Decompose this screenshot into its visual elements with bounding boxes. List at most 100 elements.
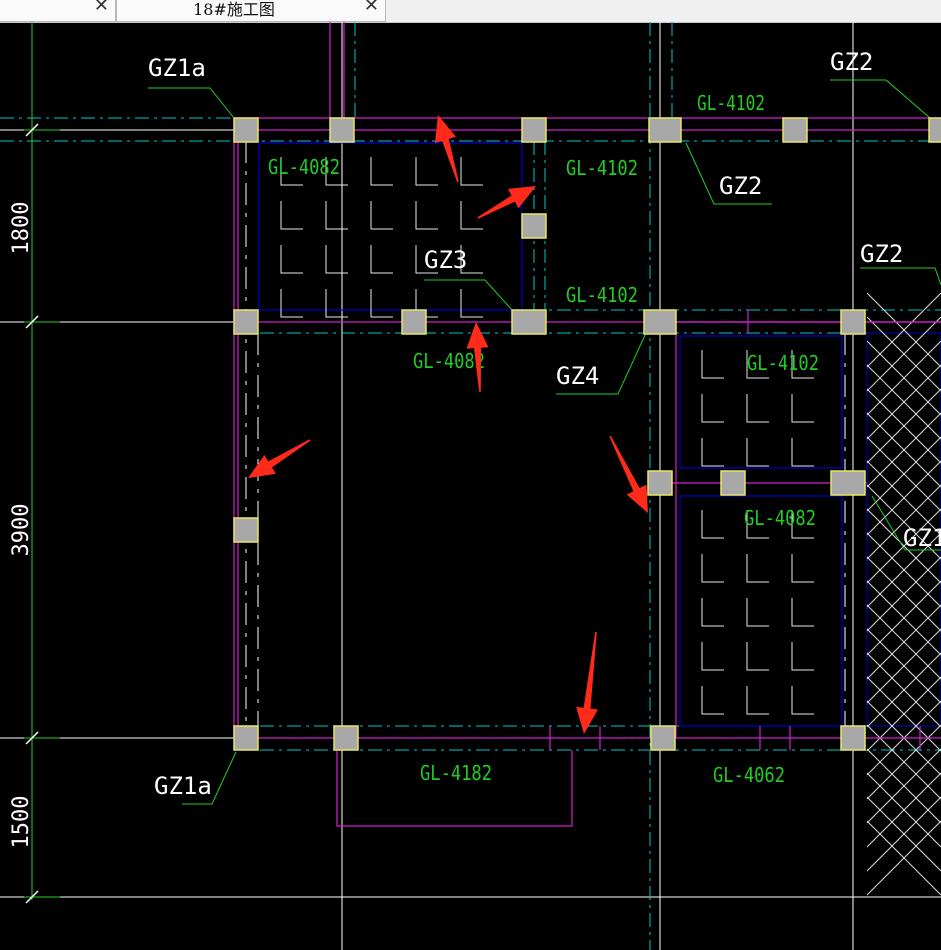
- label-leader: [424, 279, 513, 311]
- slab-tick: [460, 201, 483, 230]
- slab-tick: [746, 598, 769, 627]
- beam-label: GL-4082: [268, 155, 340, 179]
- wall-line: [233, 130, 239, 738]
- beam-label: GL-4082: [744, 506, 816, 530]
- red-arrow-markers: [248, 115, 648, 734]
- slab-tick: [370, 289, 393, 318]
- slab-tick: [370, 157, 393, 186]
- dimension-text: 3900: [9, 504, 34, 557]
- column-gz: [643, 309, 677, 335]
- column-gz: [720, 470, 746, 496]
- beam-label: GL-4102: [697, 91, 765, 115]
- document-tab-previous[interactable]: ✕: [0, 0, 116, 22]
- slab-tick: [791, 438, 814, 467]
- column-label: GZ1a: [148, 54, 206, 82]
- beam-label: GL-4082: [413, 349, 485, 373]
- column-gz: [521, 213, 547, 239]
- column-gz: [647, 470, 673, 496]
- column-gz: [782, 117, 808, 143]
- slab-tick: [280, 289, 303, 318]
- slab-tick: [746, 394, 769, 423]
- wall-line: [670, 321, 941, 738]
- grid-lines: [0, 22, 941, 950]
- slab-tick: [701, 642, 724, 671]
- column-label: GZ2: [860, 240, 903, 268]
- column-label: GZ2: [830, 48, 873, 76]
- beam-label: GL-4062: [713, 763, 785, 787]
- slab-tick: [280, 201, 303, 230]
- slab-tick: [280, 245, 303, 274]
- column-gz: [233, 117, 259, 143]
- red-arrow: [576, 631, 598, 734]
- column-label: GZ4: [556, 362, 599, 390]
- red-arrow: [248, 439, 311, 478]
- column-label: GZ2: [719, 172, 762, 200]
- slab-tick: [791, 686, 814, 715]
- beam-label: GL-4102: [747, 351, 819, 375]
- drawing-canvas[interactable]: 1800 3900 1500 GZ1a GZ2 GZ2 GZ2 GZ3 GZ4 GZ1 GZ1a G…: [0, 22, 941, 950]
- slab-panels: [258, 142, 843, 727]
- slab-tick: [460, 289, 483, 318]
- slab-tick: [746, 554, 769, 583]
- axis-lines: [0, 22, 941, 950]
- slab-tick: [701, 394, 724, 423]
- slab-tick: [791, 598, 814, 627]
- column-gz: [830, 470, 866, 496]
- red-arrow: [609, 435, 648, 513]
- slab-tick: [791, 642, 814, 671]
- column-label: GZ1: [903, 524, 941, 552]
- column-label: GZ3: [424, 246, 467, 274]
- slab-tick: [701, 510, 724, 539]
- tab-label: 18#施工图: [193, 0, 275, 19]
- beam-label: GL-4102: [566, 156, 638, 180]
- column-gz: [233, 517, 259, 543]
- label-leader: [860, 267, 941, 286]
- label-leader: [830, 79, 931, 119]
- column-gz: [333, 725, 359, 751]
- slab-tick: [370, 201, 393, 230]
- column-gz: [650, 725, 676, 751]
- column-gz: [840, 725, 866, 751]
- dimension-text: 1500: [9, 796, 34, 849]
- column-gz: [233, 309, 259, 335]
- column-gz: [521, 117, 547, 143]
- beam-label: GL-4182: [420, 761, 492, 785]
- slab-tick: [746, 642, 769, 671]
- column-gz: [928, 117, 941, 143]
- slab-tick: [460, 157, 483, 186]
- slab-tick: [791, 394, 814, 423]
- slab-tick: [325, 201, 348, 230]
- column-gz: [511, 309, 547, 335]
- column-label: GZ1a: [154, 772, 212, 800]
- slab-tick: [325, 289, 348, 318]
- dimension-text: 1800: [9, 202, 34, 255]
- slab-tick: [701, 438, 724, 467]
- slab-tick: [701, 554, 724, 583]
- label-leader: [148, 87, 235, 119]
- slab-tick: [370, 245, 393, 274]
- slab-tick: [415, 201, 438, 230]
- column-gz: [401, 309, 427, 335]
- slab-tick: [701, 686, 724, 715]
- beam-label: GL-4102: [566, 283, 638, 307]
- slab-tick: [701, 350, 724, 379]
- column-gz: [329, 117, 355, 143]
- slab-tick: [746, 686, 769, 715]
- column-gz: [840, 309, 866, 335]
- document-tab-18-construction-drawing[interactable]: 18#施工图 ✕: [116, 0, 386, 22]
- close-icon[interactable]: ✕: [94, 0, 109, 16]
- document-tab-bar: ✕ 18#施工图 ✕: [0, 0, 941, 23]
- dimension-chain: 1800 3900 1500: [9, 22, 60, 904]
- slab-tick: [791, 554, 814, 583]
- hatched-region: [866, 292, 941, 896]
- slab-tick: [701, 598, 724, 627]
- slab-tick: [415, 157, 438, 186]
- slab-panel: [679, 495, 843, 727]
- slab-tick: [325, 245, 348, 274]
- close-icon[interactable]: ✕: [364, 0, 379, 16]
- column-gz: [648, 117, 682, 143]
- red-arrow: [434, 115, 459, 183]
- column-gz: [233, 725, 259, 751]
- slab-tick: [746, 438, 769, 467]
- structural-columns: [233, 117, 941, 751]
